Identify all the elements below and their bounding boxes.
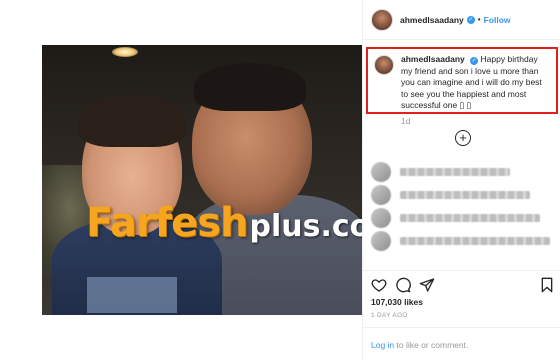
caption-verified-icon: ✓ [470, 57, 479, 65]
watermark-main: Farfesh [86, 200, 249, 246]
caption-avatar[interactable] [374, 55, 394, 75]
likes-count[interactable]: 107,030 likes [371, 297, 423, 307]
post-header: ahmedlsaadany ✓ • Follow [363, 0, 560, 40]
caption-time[interactable]: 1d [401, 116, 410, 126]
watermark-logo: Farfesh plus.com [86, 200, 402, 248]
post-photo[interactable] [42, 45, 362, 315]
username-link[interactable]: ahmedlsaadany [400, 15, 464, 25]
comment-text-blurred [400, 168, 510, 176]
comment-text-blurred [400, 237, 550, 245]
heart-icon[interactable] [371, 277, 387, 293]
left-background [0, 0, 42, 360]
comment-row [371, 208, 557, 228]
action-bar [363, 270, 560, 298]
comment-row [371, 185, 557, 205]
caption-highlight: ahmedlsaadany ✓ Happy birthday my friend… [366, 47, 558, 114]
comment-text-blurred [400, 214, 540, 222]
avatar[interactable] [371, 8, 393, 31]
post-date[interactable]: 1 DAY AGO [371, 312, 408, 319]
comment-row [371, 162, 557, 182]
bookmark-icon[interactable] [539, 277, 555, 293]
comment-avatar-blurred [371, 185, 391, 205]
caption-username[interactable]: ahmedlsaadany [401, 54, 465, 64]
caption: ahmedlsaadany ✓ Happy birthday my friend… [401, 54, 550, 110]
caption-emoji: ▯ ▯ [459, 100, 472, 110]
boy-shirt-print [87, 277, 177, 313]
header-separator: • [477, 15, 481, 24]
man-hair [194, 63, 306, 111]
background-lamp [112, 47, 138, 57]
comment-text-blurred [400, 191, 530, 199]
comment-avatar-blurred [371, 162, 391, 182]
post-side-panel: ahmedlsaadany ✓ • Follow ahmedlsaadany ✓… [362, 0, 560, 360]
boy-hair [78, 95, 186, 147]
login-footer: Log in to like or comment. [363, 327, 560, 360]
comment-icon[interactable] [395, 277, 411, 293]
login-link[interactable]: Log in [371, 340, 394, 350]
comment-avatar-blurred [371, 231, 391, 251]
add-comment-icon[interactable]: + [455, 130, 471, 146]
login-footer-text: to like or comment. [394, 340, 469, 350]
comment-row [371, 231, 557, 251]
verified-icon: ✓ [466, 15, 475, 24]
share-icon[interactable] [419, 277, 435, 293]
comment-avatar-blurred [371, 208, 391, 228]
follow-button[interactable]: Follow [484, 15, 511, 25]
